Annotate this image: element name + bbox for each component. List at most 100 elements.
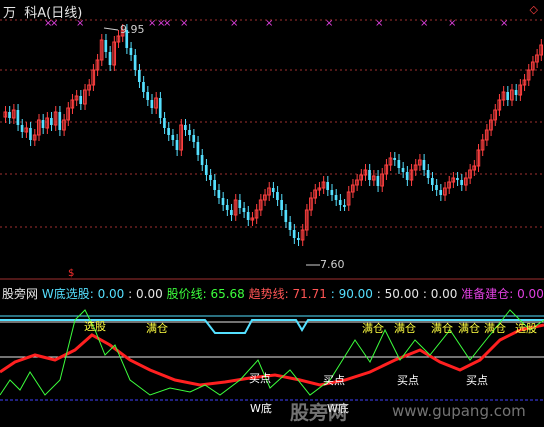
candle-body	[104, 40, 108, 52]
candle-body	[209, 175, 212, 180]
candle-body	[343, 205, 346, 207]
watermark-cn: 股旁网	[290, 402, 348, 424]
price-gridlines	[0, 19, 544, 280]
candle-body	[397, 160, 401, 168]
signal-full-label-1: 满仓	[146, 322, 168, 335]
candle-body	[460, 180, 463, 185]
candle-body	[246, 212, 250, 220]
candle-body	[271, 188, 275, 192]
candle-body	[150, 100, 154, 108]
sep1-value: 0.00	[136, 287, 163, 301]
cross-marker: ×	[265, 18, 273, 29]
candle-body	[171, 135, 175, 140]
candle-body	[338, 200, 342, 205]
cross-marker: ×	[230, 18, 238, 29]
candle-body	[326, 182, 330, 190]
stock-price-label: 股价线:	[166, 287, 207, 301]
sep1: :	[128, 287, 133, 301]
w-bottom-label: W底选股:	[41, 287, 94, 301]
candle-body	[439, 190, 443, 195]
signal-buy-label-1: 买点	[249, 372, 271, 385]
cross-marker: ×	[500, 18, 508, 29]
chart-title: 万 科A(日线)	[3, 6, 83, 21]
candle-body	[292, 230, 296, 238]
candle-body	[167, 128, 170, 135]
candle-body	[297, 238, 300, 240]
candle-body	[514, 90, 518, 95]
candle-body	[137, 70, 141, 82]
signal-wbottom-label-1: W底	[250, 402, 272, 415]
candle-body	[238, 200, 242, 208]
candle-body	[435, 185, 438, 190]
trend-sep-value: 90.00	[338, 287, 373, 301]
sep3: :	[422, 287, 427, 301]
candle-body	[200, 155, 204, 165]
sep2: :	[376, 287, 381, 301]
candle-body	[175, 140, 179, 150]
candle-body	[288, 222, 292, 230]
candle-body	[79, 96, 83, 104]
candle-body	[242, 208, 246, 212]
candle-body	[50, 118, 53, 125]
candle-body	[196, 142, 200, 155]
w-bottom-value: 0.00	[97, 287, 125, 301]
cross-marker: ×	[420, 18, 428, 29]
chart-canvas: ×× × × ×× × × × × × × × ×	[0, 18, 544, 401]
signal-choose-label-2: 选股	[515, 322, 537, 335]
candle-body	[276, 192, 279, 200]
indicator-name: 股旁网	[2, 287, 39, 301]
signal-buy-label-2: 买点	[323, 374, 345, 387]
candle-body	[8, 112, 11, 118]
candle-body	[430, 178, 434, 185]
trend-value: 71.71	[292, 287, 327, 301]
candle-body	[393, 158, 396, 160]
candle-body	[330, 190, 334, 195]
prepare-value: 0.00	[517, 287, 544, 301]
cross-marker: ×	[163, 18, 171, 29]
candle-body	[204, 165, 208, 175]
prepare-label: 准备建仓:	[461, 287, 514, 301]
cross-marker: ×	[180, 18, 188, 29]
high-pointer	[103, 27, 119, 31]
candle-body	[506, 92, 510, 100]
candle-body	[221, 198, 225, 205]
high-price-label: 9.95	[120, 23, 145, 36]
candle-body	[58, 112, 62, 130]
signal-full-label-5: 满仓	[458, 322, 480, 335]
candle-body	[108, 52, 112, 65]
diamond-outline-icon[interactable]: ◇	[530, 3, 538, 16]
candle-body	[422, 160, 426, 170]
cross-marker: ×	[325, 18, 333, 29]
candle-body	[16, 110, 20, 125]
candle-body	[334, 195, 338, 200]
candle-body	[192, 135, 196, 142]
candle-body	[401, 168, 405, 172]
low-price-label: 7.60	[320, 258, 345, 271]
candle-body	[146, 92, 150, 100]
indicator-values-bar: 股旁网 W底选股: 0.00 : 0.00 股价线: 65.68 趋势线: 71…	[2, 285, 544, 302]
candle-body	[405, 172, 409, 180]
signal-choose-label: 选股	[84, 320, 106, 333]
candle-body	[376, 176, 380, 186]
trend-label: 趋势线:	[248, 287, 289, 301]
candle-body	[426, 170, 430, 178]
cross-marker: ×	[448, 18, 456, 29]
candle-body	[29, 128, 32, 140]
candle-body	[213, 180, 216, 190]
signal-buy-label-3: 买点	[397, 374, 419, 387]
candlestick-series	[3, 24, 544, 246]
candle-body	[20, 125, 24, 132]
signal-buy-label-4: 买点	[466, 374, 488, 387]
cross-marker: ×	[148, 18, 156, 29]
candle-body	[129, 48, 133, 55]
stock-price-value: 65.68	[210, 287, 245, 301]
candle-body	[188, 130, 191, 135]
sep2-value: 50.00	[384, 287, 419, 301]
candle-body	[456, 178, 459, 180]
candle-body	[230, 210, 233, 215]
watermark-url: www.gupang.com	[392, 402, 526, 420]
candle-body	[163, 118, 166, 128]
candle-body	[284, 210, 288, 222]
top-cross-markers: ×× × × ×× × × × × × × × ×	[44, 18, 508, 266]
sep3-value: 0.00	[430, 287, 458, 301]
